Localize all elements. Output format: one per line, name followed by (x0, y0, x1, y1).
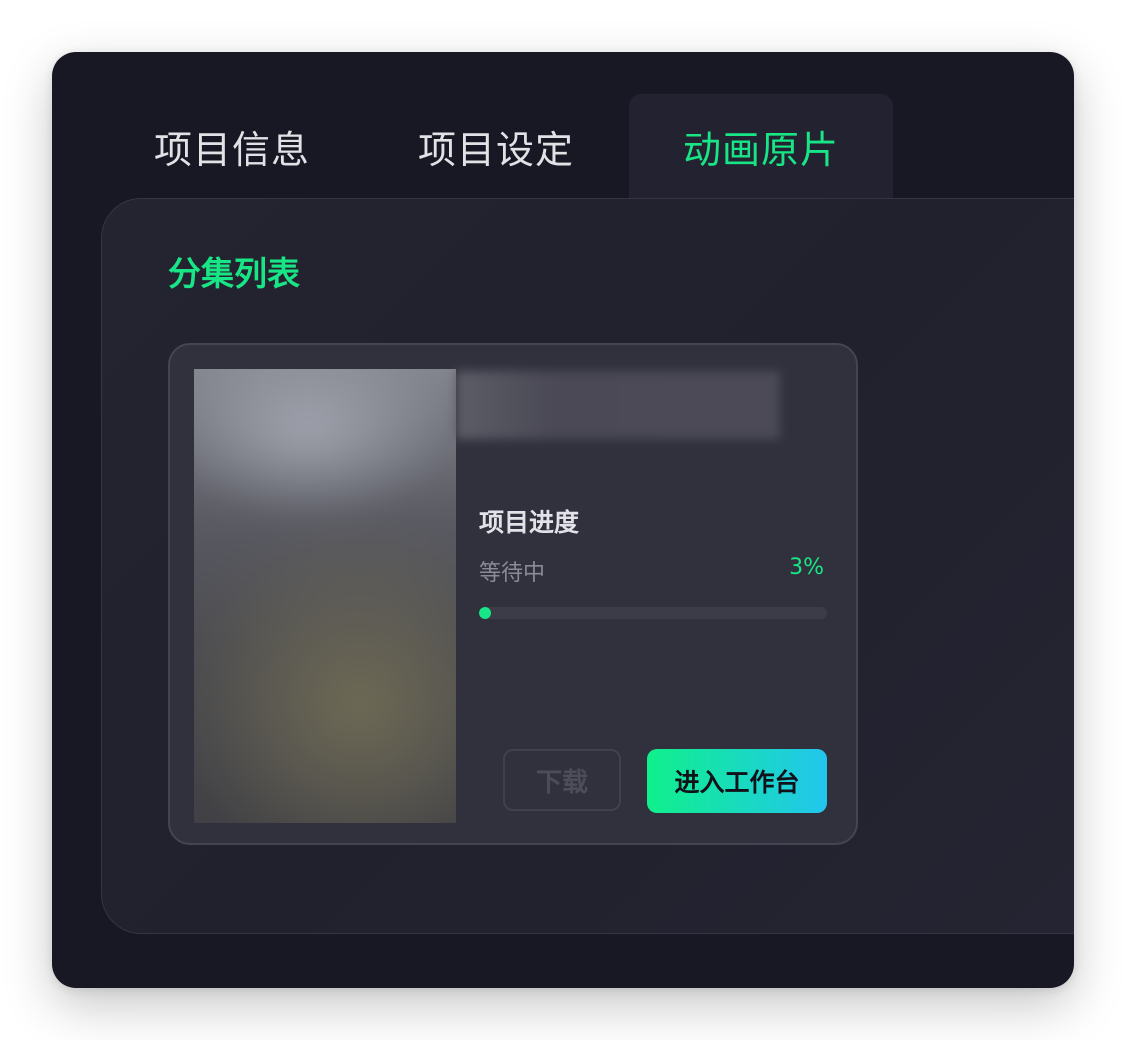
progress-title: 项目进度 (479, 508, 580, 537)
thumbnail-title-blur (456, 371, 780, 439)
tab-label: 动画原片 (682, 127, 839, 172)
tab-project-settings[interactable]: 项目设定 (376, 94, 616, 198)
episode-thumbnail[interactable] (194, 369, 456, 823)
progress-bar (479, 607, 827, 619)
enter-workspace-button[interactable]: 进入工作台 (647, 749, 827, 813)
tab-project-info[interactable]: 项目信息 (112, 94, 352, 198)
content-panel: 分集列表 项目进度 等待中 3% 下载 进入工作台 (101, 198, 1074, 934)
section-title: 分集列表 (168, 254, 300, 293)
status-text: 等待中 (479, 561, 546, 586)
tab-label: 项目信息 (153, 127, 310, 172)
episode-card: 项目进度 等待中 3% 下载 进入工作台 (168, 343, 858, 845)
app-window: 项目信息 项目设定 动画原片 分集列表 项目进度 等待中 3% 下载 进入工作台 (52, 52, 1074, 988)
tab-label: 项目设定 (417, 127, 574, 172)
progress-bar-fill (479, 607, 491, 619)
thumbnail-image (194, 369, 456, 823)
tab-animation-footage[interactable]: 动画原片 (629, 94, 893, 198)
download-button[interactable]: 下载 (503, 749, 621, 811)
progress-percent: 3% (789, 555, 824, 580)
